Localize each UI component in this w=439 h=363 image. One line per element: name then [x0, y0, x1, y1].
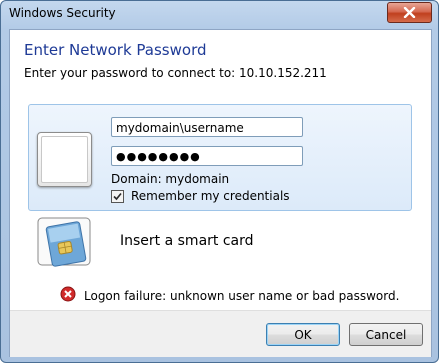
username-input[interactable]: mydomain\username [111, 117, 303, 137]
button-bar: OK Cancel [10, 310, 431, 357]
smartcard-tile[interactable]: Insert a smart card [36, 216, 416, 268]
remember-checkbox[interactable] [111, 189, 124, 203]
dialog-body: Enter Network Password Enter your passwo… [9, 29, 432, 357]
ok-button[interactable]: OK [266, 323, 340, 346]
error-icon [60, 286, 76, 305]
windows-security-dialog: Windows Security Enter Network Password … [0, 0, 439, 363]
close-x-icon [403, 7, 416, 18]
title-bar[interactable]: Windows Security [1, 1, 438, 27]
remember-credentials[interactable]: Remember my credentials [111, 189, 290, 203]
dialog-subheading: Enter your password to connect to: 10.10… [24, 66, 327, 80]
error-message: Logon failure: unknown user name or bad … [60, 286, 399, 305]
smartcard-icon [36, 216, 96, 268]
dialog-heading: Enter Network Password [24, 41, 207, 59]
domain-label: Domain: mydomain [111, 172, 230, 186]
cancel-button[interactable]: Cancel [349, 323, 423, 346]
credential-tile[interactable]: mydomain\username ●●●●●●●● Domain: mydom… [28, 104, 412, 211]
password-input[interactable]: ●●●●●●●● [111, 146, 303, 166]
close-button[interactable] [387, 2, 432, 23]
window-title: Windows Security [9, 6, 116, 20]
error-text: Logon failure: unknown user name or bad … [84, 288, 400, 303]
remember-label: Remember my credentials [131, 189, 290, 203]
user-tile-icon [37, 132, 92, 187]
checkmark-icon [113, 192, 122, 200]
smartcard-label: Insert a smart card [120, 233, 254, 249]
